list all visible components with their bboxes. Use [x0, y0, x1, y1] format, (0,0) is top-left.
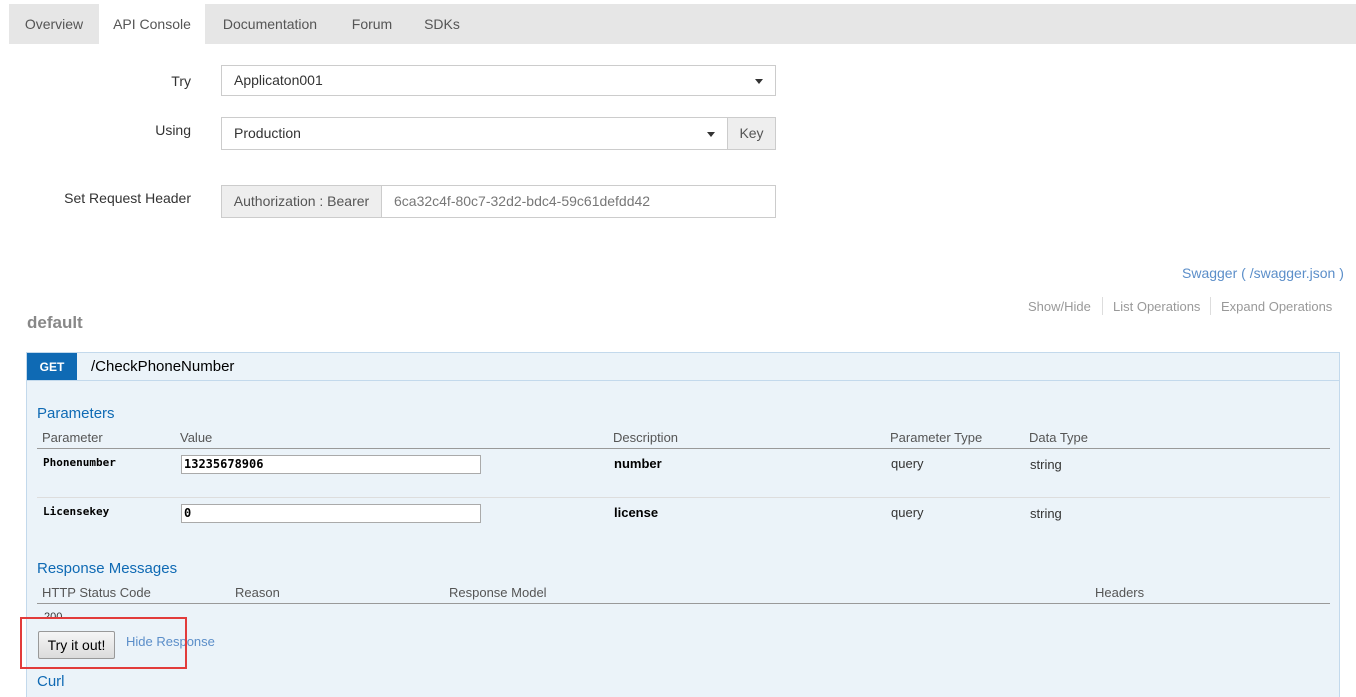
application-select[interactable]: Applicaton001 — [221, 65, 776, 96]
divider — [1102, 297, 1103, 315]
operation-path[interactable]: /CheckPhoneNumber — [91, 358, 234, 375]
environment-select-value: Production — [234, 125, 301, 141]
curl-title: Curl — [37, 673, 65, 690]
divider — [37, 497, 1330, 498]
group-title[interactable]: default — [27, 313, 83, 333]
column-header-parameter: Parameter — [42, 430, 103, 445]
tab-overview[interactable]: Overview — [9, 4, 99, 44]
expand-operations-link[interactable]: Expand Operations — [1221, 299, 1332, 314]
tab-forum[interactable]: Forum — [335, 4, 409, 44]
column-header-response-model: Response Model — [449, 585, 547, 600]
tab-api-console[interactable]: API Console — [99, 4, 205, 44]
column-header-description: Description — [613, 430, 679, 445]
show-hide-link[interactable]: Show/Hide — [1028, 299, 1091, 314]
key-button[interactable]: Key — [727, 117, 776, 150]
chevron-down-icon — [755, 79, 763, 84]
using-label: Using — [155, 122, 191, 138]
http-method-badge[interactable]: GET — [27, 353, 77, 380]
swagger-link[interactable]: Swagger ( /swagger.json ) — [1182, 265, 1344, 281]
column-header-reason: Reason — [235, 585, 280, 600]
param-name: Phonenumber — [43, 456, 116, 469]
request-header-label: Set Request Header — [64, 190, 191, 206]
column-header-data-type: Data Type — [1029, 430, 1089, 445]
tab-documentation[interactable]: Documentation — [205, 4, 335, 44]
licensekey-input[interactable]: 0 — [181, 504, 481, 523]
bearer-token-input[interactable]: 6ca32c4f-80c7-32d2-bdc4-59c61defdd42 — [381, 185, 776, 218]
tab-bar: Overview API Console Documentation Forum… — [9, 4, 1356, 44]
highlight-box — [20, 617, 187, 669]
param-name: Licensekey — [43, 505, 110, 518]
divider — [26, 380, 1340, 381]
param-description: license — [614, 505, 659, 520]
parameters-title: Parameters — [37, 405, 115, 422]
authorization-prefix: Authorization : Bearer — [221, 185, 382, 218]
tab-sdks[interactable]: SDKs — [409, 4, 475, 44]
response-messages-title: Response Messages — [37, 560, 178, 577]
param-type: query — [891, 456, 924, 471]
phonenumber-input[interactable]: 13235678906 — [181, 455, 481, 474]
chevron-down-icon — [707, 132, 715, 137]
operation-panel — [26, 352, 1340, 697]
param-data-type: string — [1030, 457, 1062, 472]
column-header-value: Value — [180, 430, 213, 445]
divider — [37, 448, 1330, 449]
column-header-headers: Headers — [1095, 585, 1145, 600]
divider — [37, 603, 1330, 604]
environment-select[interactable]: Production — [221, 117, 728, 150]
try-label: Try — [171, 73, 191, 89]
param-description: number — [614, 456, 662, 471]
column-header-parameter-type: Parameter Type — [890, 430, 983, 445]
list-operations-link[interactable]: List Operations — [1113, 299, 1200, 314]
column-header-status-code: HTTP Status Code — [42, 585, 151, 600]
application-select-value: Applicaton001 — [234, 72, 323, 88]
param-data-type: string — [1030, 506, 1062, 521]
divider — [1210, 297, 1211, 315]
param-type: query — [891, 505, 924, 520]
